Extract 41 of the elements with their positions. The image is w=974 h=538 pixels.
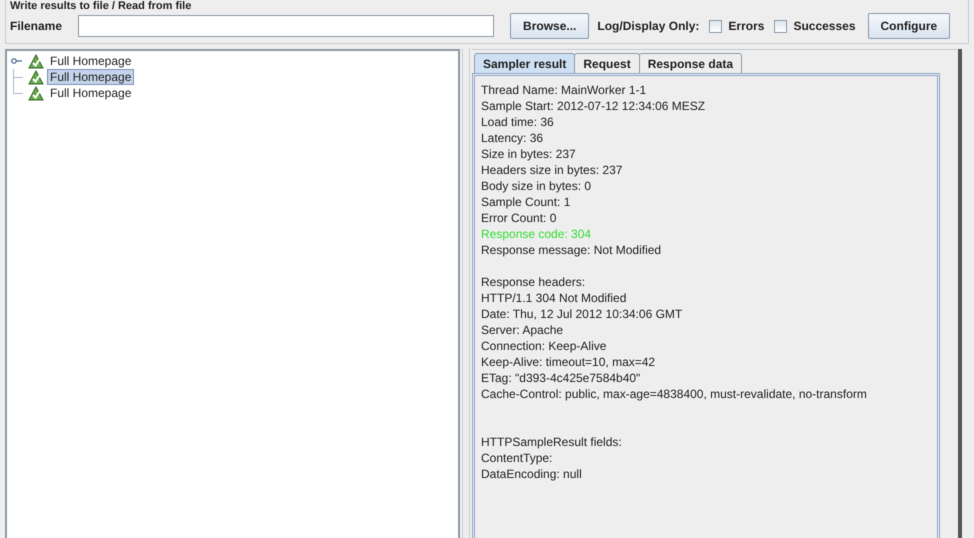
browse-button[interactable]: Browse... — [510, 13, 590, 39]
result-line: ContentType: — [481, 450, 554, 466]
result-line: Latency: 36 — [481, 130, 544, 146]
result-line: Load time: 36 — [481, 114, 555, 130]
success-triangle-icon — [28, 86, 44, 100]
success-triangle-icon — [28, 54, 44, 68]
option-checkbox[interactable]: Errors — [709, 19, 764, 33]
filename-field[interactable] — [78, 15, 494, 37]
result-line: HTTPSampleResult fields: — [481, 434, 623, 450]
result-line: Cache-Control: public, max-age=4838400, must-revalidate, no-transform — [481, 386, 868, 402]
result-line: Connection: Keep-Alive — [481, 338, 608, 354]
result-line: Error Count: 0 — [481, 210, 558, 226]
result-line: Server: Apache — [481, 322, 564, 338]
panel-title: Write results to file / Read from file — [10, 0, 192, 12]
result-line: Body size in bytes: 0 — [481, 178, 592, 194]
expanded-handle-icon[interactable] — [11, 57, 23, 65]
result-line: Headers size in bytes: 237 — [481, 162, 624, 178]
tab[interactable]: Sampler result — [474, 53, 576, 73]
result-line: Keep-Alive: timeout=10, max=42 — [481, 354, 656, 370]
result-line: DataEncoding: null — [481, 466, 583, 482]
response-code-text: Response code: 304 — [481, 226, 592, 242]
result-line: Sample Start: 2012-07-12 12:34:06 MESZ — [481, 98, 706, 114]
tree-item[interactable]: Full Homepage — [47, 69, 134, 85]
tab[interactable]: Request — [574, 53, 640, 73]
filename-label: Filename — [10, 19, 62, 33]
option-checkbox[interactable]: Successes — [774, 19, 856, 33]
result-line: ETag: "d393-4c425e7584b40" — [481, 370, 642, 386]
result-line: HTTP/1.1 304 Not Modified — [481, 290, 628, 306]
result-line: Thread Name: MainWorker 1-1 — [481, 82, 648, 98]
result-line: Size in bytes: 237 — [481, 146, 577, 162]
tree-item[interactable]: Full Homepage — [47, 85, 134, 101]
splitter-handle[interactable] — [462, 49, 470, 538]
tree-item[interactable]: Full Homepage — [47, 53, 134, 69]
log-display-label: Log/Display Only: — [597, 19, 700, 33]
result-line: Date: Thu, 12 Jul 2012 10:34:06 GMT — [481, 306, 684, 322]
result-line: Response headers: — [481, 274, 586, 290]
success-triangle-icon — [28, 70, 44, 84]
tab[interactable]: Response data — [638, 53, 742, 73]
result-line: Sample Count: 1 — [481, 194, 572, 210]
result-line: Response message: Not Modified — [481, 242, 662, 258]
configure-button[interactable]: Configure — [868, 13, 950, 39]
